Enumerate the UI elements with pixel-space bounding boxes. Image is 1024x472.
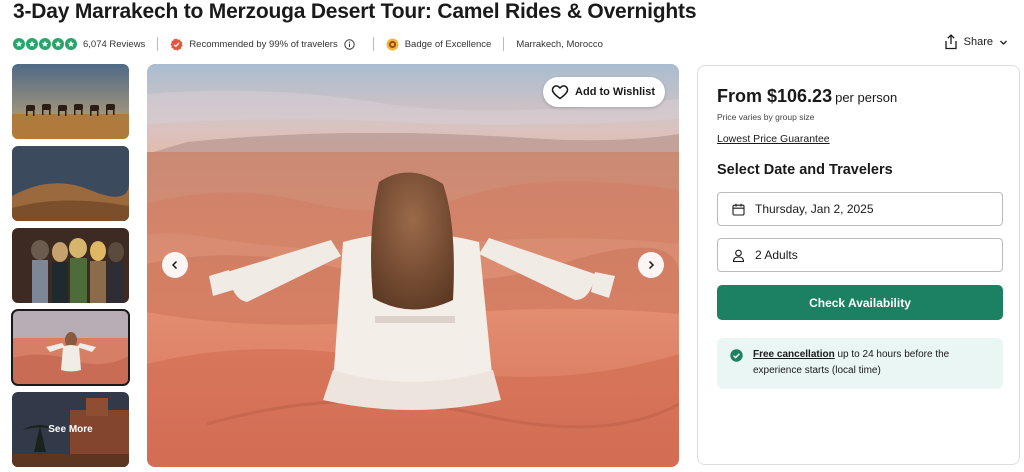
select-date-travelers-heading: Select Date and Travelers	[717, 162, 893, 178]
star-icon	[39, 38, 51, 50]
person-icon	[732, 249, 745, 262]
chevron-down-icon	[1000, 40, 1007, 45]
previous-image-button[interactable]	[162, 252, 188, 278]
star-icon	[65, 38, 77, 50]
next-image-button[interactable]	[638, 252, 664, 278]
badge-text: Badge of Excellence	[404, 38, 492, 50]
thumbnail-strip: See More	[11, 64, 130, 472]
page-title: 3-Day Marrakech to Merzouga Desert Tour:…	[13, 0, 697, 23]
star-icon	[13, 38, 25, 50]
thumbnail-camel-caravan[interactable]	[12, 64, 129, 139]
reviews-link[interactable]: 6,074 Reviews	[83, 39, 145, 50]
share-button[interactable]: Share	[944, 34, 1008, 50]
chevron-left-icon	[171, 260, 178, 270]
camel-caravan-image	[12, 64, 129, 139]
divider	[503, 37, 505, 51]
recommended-text: Recommended by 99% of travelers	[189, 38, 338, 50]
thumbnail-dunes[interactable]	[12, 146, 129, 221]
free-cancellation-link[interactable]: Free cancellation	[753, 349, 835, 360]
lowest-price-guarantee-link[interactable]: Lowest Price Guarantee	[717, 133, 830, 145]
tour-meta-bar: 6,074 Reviews Recommended by 99% of trav…	[13, 36, 603, 52]
price-prefix: From	[717, 86, 768, 106]
check-availability-button[interactable]: Check Availability	[717, 285, 1003, 320]
see-more-label: See More	[12, 392, 129, 467]
location-text: Marrakech, Morocco	[516, 38, 603, 50]
star-icon	[26, 38, 38, 50]
selected-travelers: 2 Adults	[755, 248, 798, 262]
rating-stars[interactable]	[13, 38, 77, 50]
badge-of-excellence-icon	[386, 38, 399, 51]
divider	[372, 37, 374, 51]
thumbnail-kasbah[interactable]: See More	[12, 392, 129, 467]
share-icon	[944, 34, 957, 50]
dunes-image	[12, 146, 129, 221]
price-suffix: per person	[835, 90, 898, 105]
price-display: From $106.23 per person	[717, 86, 897, 107]
travelers-picker[interactable]: 2 Adults	[717, 238, 1003, 272]
thumbnail-travelers-group[interactable]	[12, 228, 129, 303]
price-amount: $106.23	[767, 86, 833, 106]
info-icon[interactable]	[344, 38, 355, 50]
wishlist-label: Add to Wishlist	[575, 86, 655, 98]
woman-dunes-image	[12, 310, 129, 385]
divider	[157, 37, 159, 51]
heart-icon	[551, 85, 569, 100]
travelers-group-image	[12, 228, 129, 303]
recommended-badge-icon	[170, 38, 184, 51]
booking-card: From $106.23 per person Price varies by g…	[697, 65, 1020, 465]
chevron-right-icon	[648, 260, 655, 270]
add-to-wishlist-button[interactable]: Add to Wishlist	[543, 77, 665, 107]
hero-image: Add to Wishlist	[147, 64, 679, 467]
selected-date: Thursday, Jan 2, 2025	[755, 202, 874, 216]
thumbnail-woman-dunes[interactable]	[11, 309, 130, 386]
date-picker[interactable]: Thursday, Jan 2, 2025	[717, 192, 1003, 226]
check-circle-icon	[730, 349, 743, 362]
free-cancellation-notice: Free cancellation up to 24 hours before …	[717, 338, 1003, 389]
star-icon	[52, 38, 64, 50]
woman-on-dunes-photo	[147, 64, 679, 467]
calendar-icon	[732, 203, 745, 216]
share-label: Share	[963, 36, 993, 48]
price-note: Price varies by group size	[717, 112, 815, 122]
